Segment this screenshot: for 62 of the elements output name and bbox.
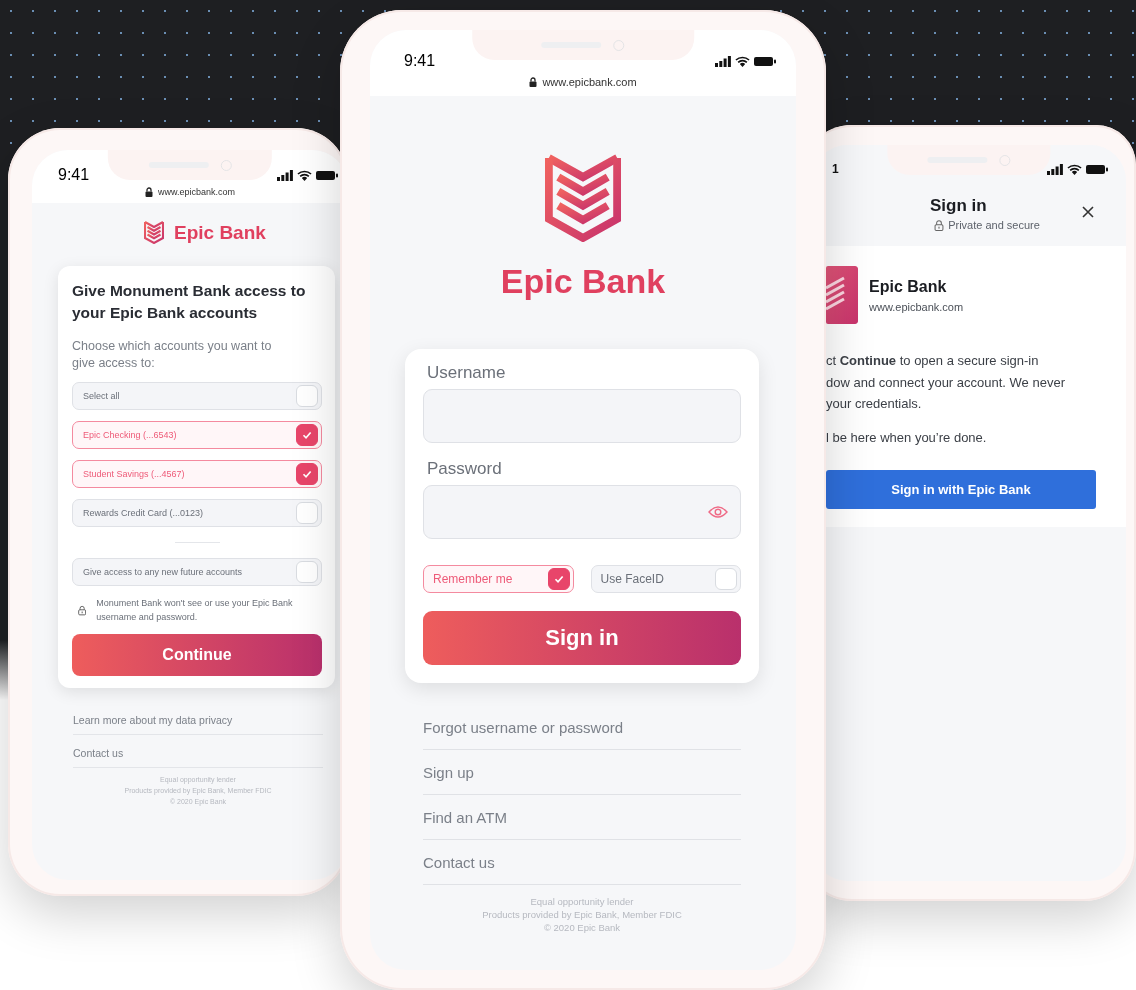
brand-name: Epic Bank: [499, 262, 667, 301]
battery-icon: [316, 169, 338, 181]
eye-icon[interactable]: [708, 505, 728, 519]
wifi-icon: [735, 55, 750, 67]
bank-logo-icon: [826, 266, 858, 324]
body-text: your credentials.: [826, 395, 923, 413]
card-subtitle: Choose which accounts you want to give access to:: [72, 338, 273, 372]
battery-icon: [754, 55, 776, 67]
footer-link[interactable]: Contact us: [73, 735, 323, 768]
footer-link[interactable]: Find an ATM: [423, 795, 741, 840]
checkbox-option[interactable]: Remember me: [423, 565, 574, 593]
lock-icon: [934, 219, 945, 231]
sheet-subtitle: Private and secure: [948, 219, 1040, 231]
continue-button[interactable]: Continue: [72, 634, 322, 676]
checkbox[interactable]: [547, 568, 570, 590]
close-icon[interactable]: [1082, 206, 1094, 218]
battery-icon: [1086, 163, 1108, 175]
account-option[interactable]: Student Savings (...4567): [72, 460, 322, 488]
body-text: ct Continue to open a secure sign-in: [826, 352, 1040, 370]
privacy-note: Monument Bank won't see or use your Epic Bank username and password.: [96, 597, 294, 624]
url-text: www.epicbank.com: [157, 187, 235, 197]
footer-link[interactable]: Contact us: [423, 840, 741, 885]
body-text: dow and connect your account. We never: [826, 373, 1066, 392]
footer-text: Products provided by Epic Bank, Member FDIC: [481, 908, 683, 921]
sheet-title: Sign in: [930, 196, 987, 216]
card-title: Give Monument Bank access to your Epic Bank accounts: [72, 281, 307, 323]
signal-icon: [715, 55, 731, 67]
status-time: 9:41: [404, 52, 436, 70]
checkbox-option[interactable]: Use FaceID: [590, 565, 741, 593]
signal-icon: [1047, 163, 1063, 175]
bank-name: Epic Bank: [869, 278, 948, 296]
lock-icon: [144, 187, 153, 197]
wifi-icon: [1067, 163, 1082, 175]
status-time: 9:41: [58, 166, 90, 184]
footer-link[interactable]: Forgot username or password: [423, 705, 741, 750]
wifi-icon: [297, 169, 312, 181]
bank-url: www.epicbank.com: [869, 301, 964, 313]
body-text: l be here when you’re done.: [826, 428, 988, 447]
account-option[interactable]: Epic Checking (...6543): [72, 421, 322, 449]
field-label: Username: [427, 363, 507, 383]
sign-in-button[interactable]: Sign in: [423, 611, 741, 665]
logo-icon: [545, 154, 621, 242]
signal-icon: [277, 169, 293, 181]
field-label: Password: [427, 459, 503, 479]
account-option[interactable]: Select all: [72, 382, 322, 410]
footer-link[interactable]: Sign up: [423, 750, 741, 795]
checkbox[interactable]: [296, 424, 318, 446]
footer-text: © 2020 Epic Bank: [542, 921, 622, 934]
brand-name: Epic Bank: [174, 221, 266, 244]
logo-icon: [144, 221, 164, 244]
account-option[interactable]: Rewards Credit Card (...0123): [72, 499, 322, 527]
username-field[interactable]: [423, 389, 741, 443]
lock-icon: [78, 603, 87, 617]
footer-text: Equal opportunity lender: [529, 895, 635, 908]
account-option[interactable]: Give access to any new future accounts: [72, 558, 322, 586]
url-text: www.epicbank.com: [542, 76, 637, 88]
footer-link[interactable]: Learn more about my data privacy: [73, 702, 323, 735]
status-time: 1: [832, 162, 839, 176]
lock-icon: [529, 77, 538, 87]
checkbox[interactable]: [296, 463, 318, 485]
sign-in-button[interactable]: Sign in with Epic Bank: [826, 470, 1096, 509]
password-field[interactable]: [423, 485, 741, 539]
